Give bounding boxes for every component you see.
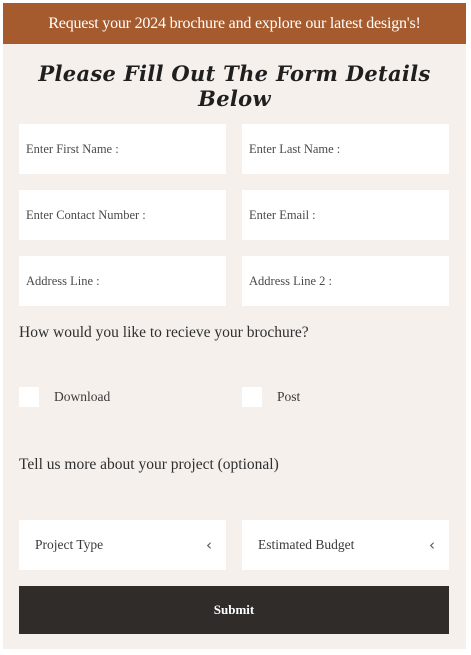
- contact-number-input[interactable]: [26, 207, 226, 223]
- address-line-2-field[interactable]: [242, 256, 449, 306]
- chevron-left-icon: ‹: [206, 536, 212, 554]
- estimated-budget-select[interactable]: Estimated Budget ‹: [242, 520, 449, 570]
- first-name-field[interactable]: [19, 124, 226, 174]
- estimated-budget-label: Estimated Budget: [258, 537, 355, 552]
- submit-button[interactable]: Submit: [19, 586, 449, 634]
- chevron-left-icon: ‹: [429, 536, 435, 554]
- download-label[interactable]: Download: [54, 389, 110, 405]
- contact-number-field[interactable]: [19, 190, 226, 240]
- project-type-label: Project Type: [35, 537, 104, 552]
- banner-text: Request your 2024 brochure and explore o…: [48, 14, 421, 32]
- address-line-input[interactable]: [26, 273, 226, 289]
- post-label[interactable]: Post: [277, 389, 300, 405]
- download-checkbox[interactable]: [19, 387, 39, 407]
- address-line-field[interactable]: [19, 256, 226, 306]
- promo-banner: Request your 2024 brochure and explore o…: [3, 3, 466, 44]
- last-name-input[interactable]: [249, 141, 449, 157]
- email-field[interactable]: [242, 190, 449, 240]
- brochure-question: How would you like to recieve your broch…: [19, 324, 309, 341]
- address-line-2-input[interactable]: [249, 273, 449, 289]
- brochure-form-panel: Request your 2024 brochure and explore o…: [3, 3, 466, 649]
- email-input[interactable]: [249, 207, 449, 223]
- project-type-select[interactable]: Project Type ‹: [19, 520, 226, 570]
- first-name-input[interactable]: [26, 141, 226, 157]
- form-title: Please Fill Out The Form Details Below: [38, 61, 431, 111]
- last-name-field[interactable]: [242, 124, 449, 174]
- project-question: Tell us more about your project (optiona…: [19, 456, 279, 473]
- post-checkbox[interactable]: [242, 387, 262, 407]
